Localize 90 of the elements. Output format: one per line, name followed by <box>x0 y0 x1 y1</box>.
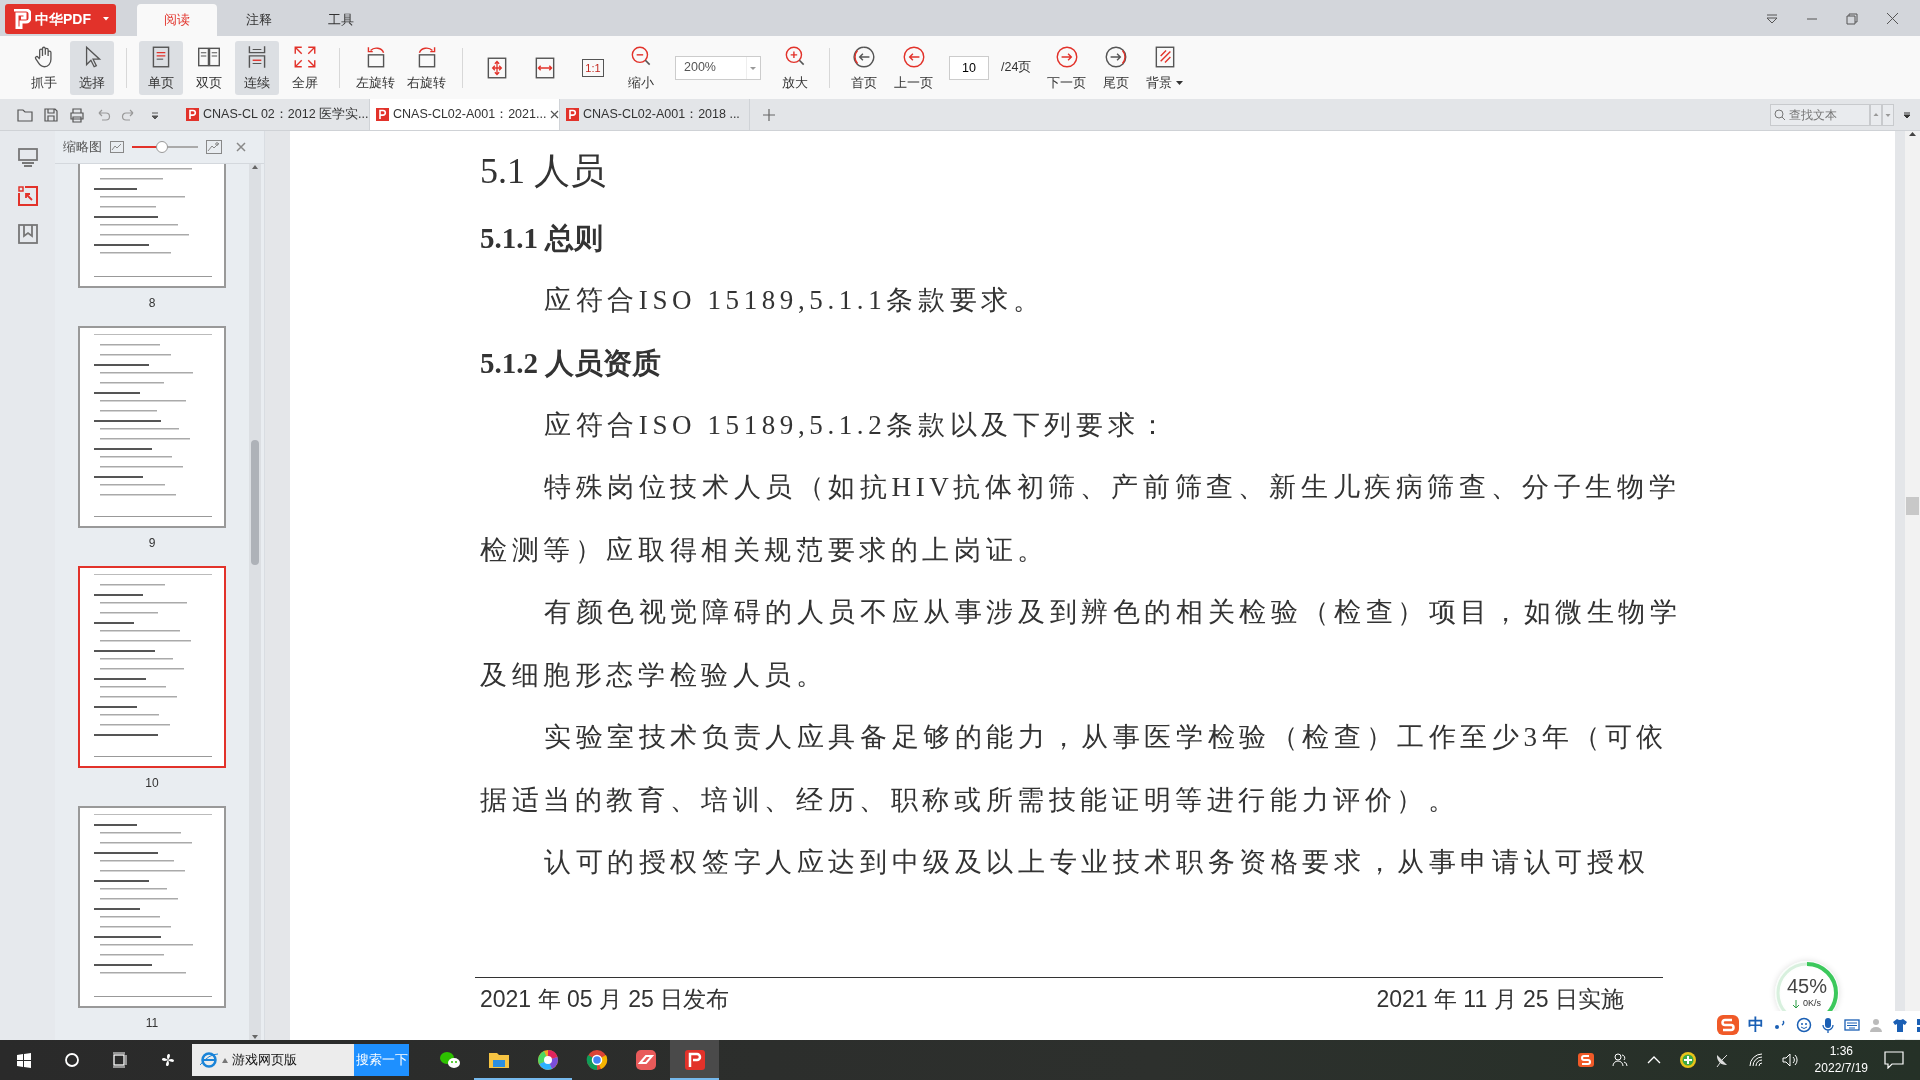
paragraph: 应符合ISO 15189,5.1.1条款要求。 <box>543 284 1046 317</box>
toolbar-button[interactable]: 全屏 <box>283 40 327 95</box>
panel-title: 缩略图 <box>63 138 102 157</box>
pdf-app-icon <box>682 1048 707 1072</box>
cortana-icon[interactable] <box>63 1051 81 1069</box>
subsection-heading: 5.1.1 总则 <box>480 221 605 256</box>
page-number-field[interactable]: 10 <box>949 55 989 80</box>
volume-icon[interactable] <box>1780 1051 1799 1069</box>
toolbar-button[interactable]: 首页 <box>842 40 886 95</box>
input-mode[interactable]: 中 <box>1748 1013 1764 1037</box>
chrome-icon <box>584 1048 609 1072</box>
windows-start-icon[interactable] <box>15 1051 33 1069</box>
save-icon[interactable] <box>42 105 60 124</box>
pinwheel-icon[interactable] <box>159 1051 177 1069</box>
toolbar-button[interactable]: 下一页 <box>1043 40 1091 95</box>
toolbar-button[interactable]: 左旋转 <box>352 40 399 95</box>
toolbar-button[interactable]: 单页 <box>139 40 183 95</box>
emoji-icon[interactable] <box>1796 1017 1812 1033</box>
caret-icon <box>103 17 109 21</box>
zoom-combo[interactable]: 200% <box>675 55 761 80</box>
sogou-logo-icon[interactable] <box>1716 1014 1740 1036</box>
page-number: 8 <box>148 294 156 312</box>
color-wheel-icon <box>535 1048 560 1072</box>
paragraph: 认可的授权签字人应达到中级及以上专业技术职务资格要求，从事申请认可授权 <box>543 846 1651 879</box>
toolbar-button[interactable]: 抓手 <box>22 40 66 95</box>
caret-icon <box>1176 80 1184 86</box>
microphone-icon[interactable] <box>1820 1017 1836 1033</box>
pdf-file-icon <box>566 108 579 121</box>
pdf-file-icon <box>376 108 389 121</box>
slider-thumb[interactable] <box>155 140 168 153</box>
sogou-icon[interactable] <box>1576 1051 1595 1069</box>
toolbar-button[interactable]: 尾页 <box>1094 40 1139 95</box>
search-icon <box>1774 108 1786 121</box>
toolbar-button[interactable]: 选择 <box>70 40 114 95</box>
scrollbar-thumb[interactable] <box>251 439 259 565</box>
outline-icon[interactable] <box>16 147 39 169</box>
menu-tab[interactable]: 注释 <box>219 4 299 36</box>
page-number: 11 <box>145 1014 159 1032</box>
page-count: /24页 <box>1001 59 1032 77</box>
toolbar-button[interactable]: 右旋转 <box>403 40 450 95</box>
close-icon <box>550 110 560 119</box>
search-field[interactable]: 查找文本 <box>1770 103 1870 126</box>
logo-button[interactable]: 中华PDF <box>5 4 116 34</box>
page-number: 9 <box>148 534 156 552</box>
toolbar-button[interactable]: 双页 <box>187 40 231 95</box>
toolbar-button[interactable]: 1:1 <box>571 40 615 95</box>
people-icon[interactable] <box>1610 1051 1629 1069</box>
page-number: 10 <box>145 774 159 792</box>
logo-icon <box>13 9 31 29</box>
small-thumbnail-icon[interactable] <box>110 140 124 153</box>
bookmark-icon[interactable] <box>16 223 39 245</box>
notification-icon[interactable] <box>1884 1051 1904 1069</box>
paragraph: 特殊岗位技术人员（如抗HIV抗体初筛、产前筛查、新生儿疾病筛查、分子生物学检测等）应取得相关规范要求的上岗证。 <box>480 471 1682 567</box>
taskbar-app[interactable] <box>670 1040 719 1080</box>
menu-tab[interactable]: 阅读 <box>137 4 217 36</box>
toolbar-button[interactable]: 上一页 <box>890 40 937 95</box>
section-heading: 5.1 人员 <box>480 150 607 193</box>
actual-size-icon: 1:1 <box>582 59 604 77</box>
scroll-up-icon[interactable] <box>251 163 259 170</box>
clock[interactable]: 1:36 2022/7/19 <box>1814 1043 1868 1077</box>
app-icon <box>633 1048 658 1072</box>
thumbnail-icon[interactable] <box>16 185 39 207</box>
button-label: 背景 <box>1146 74 1173 92</box>
large-thumbnail-icon[interactable] <box>206 139 222 154</box>
paragraph: 实验室技术负责人应具备足够的能力，从事医学检验（检查）工作至少3年（可依据适当的教育、培训、经历、职称或所需技能证明等进行能力评价）。 <box>480 721 1670 817</box>
toolbar-button[interactable]: 背景 <box>1142 40 1188 95</box>
shirt-icon[interactable] <box>1892 1017 1908 1033</box>
toolbar-button[interactable]: 连续 <box>235 40 279 95</box>
toolbar-button[interactable]: 缩小 <box>619 40 663 95</box>
menu-tab[interactable]: 工具 <box>301 4 381 36</box>
publish-date: 2021 年 05 月 25 日发布 <box>480 985 730 1014</box>
effective-date: 2021 年 11 月 25 日实施 <box>1376 985 1624 1014</box>
paragraph: 应符合ISO 15189,5.1.2条款以及下列要求： <box>543 408 1172 442</box>
browser-search-field[interactable]: 游戏网页版 <box>192 1044 354 1076</box>
pdf-file-icon <box>186 108 199 121</box>
wifi-icon[interactable] <box>1746 1051 1765 1069</box>
toolbar-button[interactable]: 放大 <box>773 40 817 95</box>
task-view-icon[interactable] <box>111 1051 129 1069</box>
browser-icon <box>200 1051 218 1069</box>
keyboard-icon[interactable] <box>1844 1017 1860 1033</box>
overflow-menu-icon[interactable] <box>1902 109 1912 120</box>
document-tab[interactable]: CNAS-CL02-A001：2021... <box>370 99 560 130</box>
caret-icon <box>222 1057 228 1063</box>
security-icon[interactable] <box>1678 1051 1697 1069</box>
subsection-heading: 5.1.2 人员资质 <box>480 345 663 381</box>
paragraph: 有颜色视觉障碍的人员不应从事涉及到辨色的相关检验（检查）项目，如微生物学及细胞形态学检验人员。 <box>480 596 1683 692</box>
close-icon[interactable] <box>236 141 246 152</box>
download-arrow-icon <box>1793 999 1799 1009</box>
print-icon[interactable] <box>68 105 86 124</box>
scrollbar-thumb[interactable] <box>1906 497 1919 515</box>
